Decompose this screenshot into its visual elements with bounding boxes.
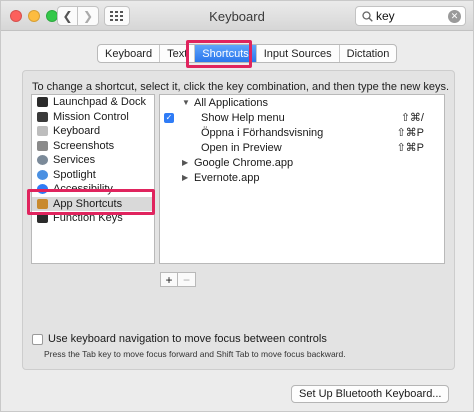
disclosure-closed-icon[interactable]: ▶	[182, 173, 190, 182]
forward-button[interactable]: ❯	[78, 6, 99, 26]
function-keys-icon	[37, 213, 48, 224]
keyboard-navigation-label: Use keyboard navigation to move focus be…	[48, 333, 327, 345]
minimize-window-button[interactable]	[28, 10, 40, 22]
setup-bluetooth-keyboard-button[interactable]: Set Up Bluetooth Keyboard...	[291, 385, 450, 403]
tab-shortcuts[interactable]: Shortcuts	[195, 45, 257, 62]
mission-control-icon	[37, 111, 48, 122]
category-launchpad-dock[interactable]: Launchpad & Dock	[32, 95, 154, 110]
back-button[interactable]: ❮	[57, 6, 78, 26]
tab-dictation[interactable]: Dictation	[340, 45, 397, 62]
shortcut-group-row[interactable]: ▶ Evernote.app	[160, 170, 444, 185]
screenshot-icon	[37, 140, 48, 151]
search-field[interactable]: key ✕	[355, 6, 466, 26]
category-label: Accessibility	[53, 183, 113, 196]
tab-input-sources[interactable]: Input Sources	[257, 45, 340, 62]
remove-shortcut-button[interactable]: −	[178, 272, 196, 287]
keyboard-navigation-hint: Press the Tab key to move focus forward …	[44, 349, 346, 359]
category-spotlight[interactable]: Spotlight	[32, 168, 154, 183]
shortcut-group-row[interactable]: ▶ Google Chrome.app	[160, 155, 444, 170]
group-label: Evernote.app	[194, 171, 260, 184]
shortcut-keys[interactable]: ⇧⌘/	[401, 111, 424, 124]
category-label: Screenshots	[53, 139, 115, 152]
checkbox-checked-icon[interactable]: ✓	[164, 112, 174, 123]
category-screenshots[interactable]: Screenshots	[32, 139, 154, 154]
keyboard-navigation-option[interactable]: Use keyboard navigation to move focus be…	[32, 333, 327, 345]
shortcut-group-row[interactable]: ▼ All Applications	[160, 95, 444, 110]
shortcut-keys[interactable]: ⇧⌘P	[396, 141, 424, 154]
accessibility-icon	[37, 184, 48, 195]
keyboard-navigation-checkbox[interactable]	[32, 333, 43, 345]
app-shortcuts-icon	[37, 198, 48, 209]
disclosure-open-icon[interactable]: ▼	[182, 98, 190, 107]
category-function-keys[interactable]: Function Keys	[32, 211, 154, 226]
shortcut-row[interactable]: Open in Preview ⇧⌘P	[160, 140, 444, 155]
shortcut-row[interactable]: Öppna i Förhandsvisning ⇧⌘P	[160, 125, 444, 140]
tab-keyboard[interactable]: Keyboard	[98, 45, 161, 62]
category-app-shortcuts[interactable]: App Shortcuts	[32, 196, 154, 211]
shortcut-keys[interactable]: ⇧⌘P	[396, 126, 424, 139]
keyboard-icon	[37, 126, 48, 137]
disclosure-closed-icon[interactable]: ▶	[182, 158, 190, 167]
search-icon	[360, 9, 374, 23]
chevron-right-icon: ❯	[82, 9, 94, 23]
add-shortcut-button[interactable]: +	[160, 272, 178, 287]
category-label: Spotlight	[53, 168, 96, 181]
shortcut-list: ▼ All Applications ✓ Show Help menu ⇧⌘/ …	[159, 94, 445, 264]
keyboard-preferences-window: ❮ ❯ Keyboard key ✕ Keyboard Text Shortcu…	[0, 0, 474, 412]
group-label: Google Chrome.app	[194, 156, 294, 169]
category-label: Launchpad & Dock	[53, 96, 146, 109]
category-label: Function Keys	[53, 212, 123, 225]
group-label: All Applications	[194, 96, 268, 109]
category-label: Services	[53, 154, 96, 167]
instruction-text: To change a shortcut, select it, click t…	[32, 81, 450, 93]
category-services[interactable]: Services	[32, 153, 154, 168]
tab-text[interactable]: Text	[160, 45, 196, 62]
add-remove-controls: + −	[160, 272, 196, 287]
spotlight-icon	[37, 169, 48, 180]
tab-bar: Keyboard Text Shortcuts Input Sources Di…	[97, 44, 398, 63]
category-list: Launchpad & Dock Mission Control Keyboar…	[31, 94, 155, 264]
category-accessibility[interactable]: Accessibility	[32, 182, 154, 197]
show-all-button[interactable]	[104, 6, 130, 26]
category-label: App Shortcuts	[53, 197, 123, 210]
gear-icon	[37, 155, 48, 166]
category-label: Mission Control	[53, 110, 129, 123]
category-keyboard[interactable]: Keyboard	[32, 124, 154, 139]
title-bar: ❮ ❯ Keyboard key ✕	[1, 1, 473, 31]
launchpad-icon	[37, 97, 48, 108]
category-mission-control[interactable]: Mission Control	[32, 110, 154, 125]
grid-icon	[110, 11, 123, 21]
clear-search-icon[interactable]: ✕	[448, 9, 461, 23]
chevron-left-icon: ❮	[62, 9, 73, 23]
search-input[interactable]: key	[376, 9, 448, 23]
shortcut-row[interactable]: ✓ Show Help menu ⇧⌘/	[160, 110, 444, 125]
category-label: Keyboard	[53, 125, 101, 138]
close-window-button[interactable]	[10, 10, 22, 22]
